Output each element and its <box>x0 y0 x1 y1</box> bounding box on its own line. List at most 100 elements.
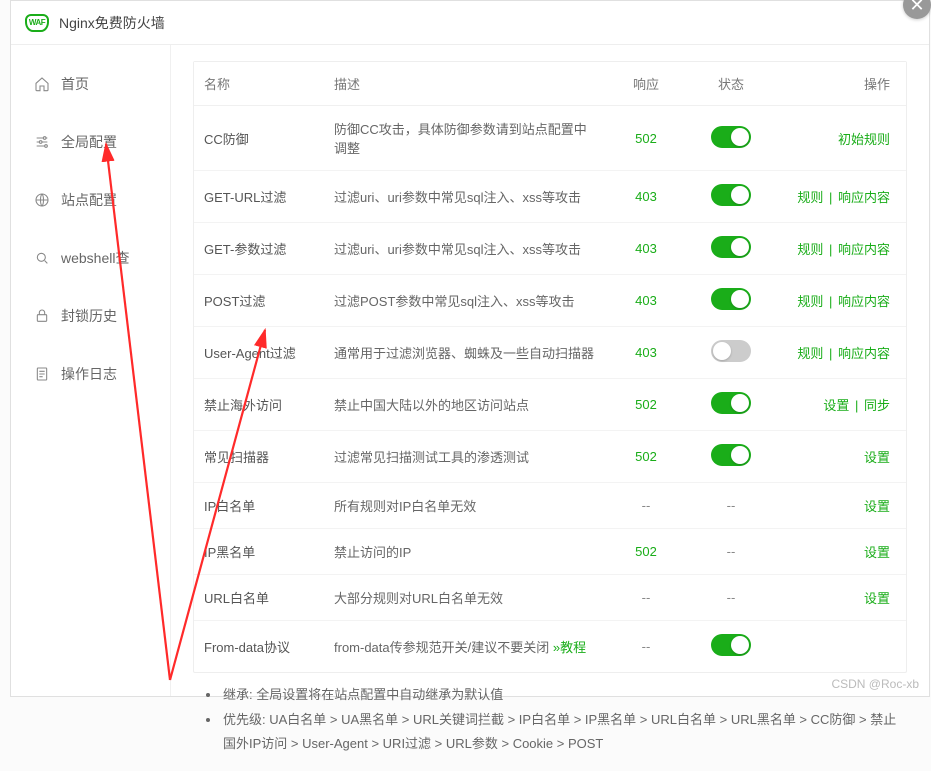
sidebar-item-home[interactable]: 首页 <box>11 55 170 113</box>
ops-link[interactable]: 响应内容 <box>838 346 890 361</box>
dialog-body: 首页 全局配置 站点配置 webshell查 <box>11 45 929 696</box>
cell-desc: 所有规则对IP白名单无效 <box>324 483 606 529</box>
cell-desc: 过滤uri、uri参数中常见sql注入、xss等攻击 <box>324 223 606 275</box>
state-none: -- <box>727 498 736 513</box>
toggle-knob <box>731 446 749 464</box>
cell-ops: 设置 <box>776 529 906 575</box>
ops-separator: | <box>825 190 836 205</box>
cell-resp: 502 <box>606 431 686 483</box>
ops-link[interactable]: 响应内容 <box>838 242 890 257</box>
cell-state <box>686 431 776 483</box>
cell-state <box>686 106 776 171</box>
home-icon <box>33 76 51 92</box>
table-row: POST过滤过滤POST参数中常见sql注入、xss等攻击403规则 | 响应内… <box>194 275 906 327</box>
state-toggle[interactable] <box>711 236 751 258</box>
lock-icon <box>33 308 51 324</box>
cell-ops: 规则 | 响应内容 <box>776 223 906 275</box>
toggle-knob <box>731 636 749 654</box>
table-row: IP白名单所有规则对IP白名单无效----设置 <box>194 483 906 529</box>
sidebar-item-webshell[interactable]: webshell查 <box>11 229 170 287</box>
ops-link[interactable]: 规则 <box>797 346 823 361</box>
cell-name: POST过滤 <box>194 275 324 327</box>
waf-logo-icon: WAF <box>25 14 49 32</box>
state-toggle[interactable] <box>711 288 751 310</box>
state-toggle[interactable] <box>711 184 751 206</box>
state-toggle[interactable] <box>711 444 751 466</box>
window-title: Nginx免费防火墙 <box>59 13 165 33</box>
footer-note-inherit: 继承: 全局设置将在站点配置中自动继承为默认值 <box>221 683 901 708</box>
toggle-knob <box>731 238 749 256</box>
sidebar-item-block-history[interactable]: 封锁历史 <box>11 287 170 345</box>
sidebar: 首页 全局配置 站点配置 webshell查 <box>11 45 171 696</box>
cell-name: URL白名单 <box>194 575 324 621</box>
ops-separator: | <box>851 398 862 413</box>
cell-state <box>686 621 776 673</box>
sidebar-item-label: 首页 <box>61 74 89 94</box>
cell-ops: 设置 | 同步 <box>776 379 906 431</box>
toggle-knob <box>731 290 749 308</box>
cell-name: 禁止海外访问 <box>194 379 324 431</box>
ops-link[interactable]: 响应内容 <box>838 190 890 205</box>
sidebar-item-label: 站点配置 <box>61 190 117 210</box>
table-row: 禁止海外访问禁止中国大陆以外的地区访问站点502设置 | 同步 <box>194 379 906 431</box>
cell-resp: -- <box>606 621 686 673</box>
watermark: CSDN @Roc-xb <box>831 677 919 691</box>
sliders-icon <box>33 134 51 150</box>
cell-ops: 规则 | 响应内容 <box>776 275 906 327</box>
cell-state <box>686 327 776 379</box>
log-icon <box>33 366 51 382</box>
cell-name: IP黑名单 <box>194 529 324 575</box>
table-row: 常见扫描器过滤常见扫描测试工具的渗透测试502设置 <box>194 431 906 483</box>
sidebar-item-site-config[interactable]: 站点配置 <box>11 171 170 229</box>
sidebar-item-logs[interactable]: 操作日志 <box>11 345 170 403</box>
cell-desc: 防御CC攻击，具体防御参数请到站点配置中调整 <box>324 106 606 171</box>
cell-desc: from-data传参规范开关/建议不要关闭 »教程 <box>324 621 606 673</box>
ops-link[interactable]: 设置 <box>823 398 849 413</box>
state-toggle[interactable] <box>711 126 751 148</box>
toggle-knob <box>731 394 749 412</box>
cell-resp: 502 <box>606 379 686 431</box>
cell-name: CC防御 <box>194 106 324 171</box>
cell-state: -- <box>686 529 776 575</box>
ops-link[interactable]: 初始规则 <box>838 132 890 147</box>
state-toggle[interactable] <box>711 392 751 414</box>
cell-name: From-data协议 <box>194 621 324 673</box>
table-row: From-data协议from-data传参规范开关/建议不要关闭 »教程-- <box>194 621 906 673</box>
th-ops: 操作 <box>776 62 906 106</box>
sidebar-item-global-config[interactable]: 全局配置 <box>11 113 170 171</box>
tutorial-link[interactable]: »教程 <box>553 640 586 655</box>
ops-separator: | <box>825 242 836 257</box>
state-toggle[interactable] <box>711 634 751 656</box>
state-toggle[interactable] <box>711 340 751 362</box>
close-icon: ✕ <box>909 0 924 16</box>
main-content: 名称 描述 响应 状态 操作 CC防御防御CC攻击，具体防御参数请到站点配置中调… <box>171 45 929 696</box>
ops-link[interactable]: 响应内容 <box>838 294 890 309</box>
cell-name: 常见扫描器 <box>194 431 324 483</box>
table-row: CC防御防御CC攻击，具体防御参数请到站点配置中调整502 初始规则 <box>194 106 906 171</box>
cell-resp: 403 <box>606 223 686 275</box>
sidebar-item-label: 操作日志 <box>61 364 117 384</box>
cell-ops: 规则 | 响应内容 <box>776 327 906 379</box>
ops-separator: | <box>825 294 836 309</box>
cell-desc: 通常用于过滤浏览器、蜘蛛及一些自动扫描器 <box>324 327 606 379</box>
titlebar: WAF Nginx免费防火墙 <box>11 1 929 45</box>
table-row: User-Agent过滤通常用于过滤浏览器、蜘蛛及一些自动扫描器403规则 | … <box>194 327 906 379</box>
ops-link[interactable]: 设置 <box>864 545 890 560</box>
toggle-knob <box>731 186 749 204</box>
ops-link[interactable]: 设置 <box>864 591 890 606</box>
search-file-icon <box>33 250 51 266</box>
cell-state <box>686 171 776 223</box>
ops-link[interactable]: 设置 <box>864 499 890 514</box>
footer-notes: 继承: 全局设置将在站点配置中自动继承为默认值 优先级: UA白名单 > UA黑… <box>193 673 907 771</box>
table-row: GET-参数过滤过滤uri、uri参数中常见sql注入、xss等攻击403规则 … <box>194 223 906 275</box>
ops-link[interactable]: 设置 <box>864 450 890 465</box>
cell-ops: 设置 <box>776 431 906 483</box>
state-none: -- <box>727 544 736 559</box>
ops-link[interactable]: 规则 <box>797 242 823 257</box>
ops-link[interactable]: 规则 <box>797 294 823 309</box>
cell-ops: 设置 <box>776 575 906 621</box>
ops-link[interactable]: 同步 <box>864 398 890 413</box>
cell-name: User-Agent过滤 <box>194 327 324 379</box>
ops-link[interactable]: 规则 <box>797 190 823 205</box>
cell-resp: 502 <box>606 106 686 171</box>
